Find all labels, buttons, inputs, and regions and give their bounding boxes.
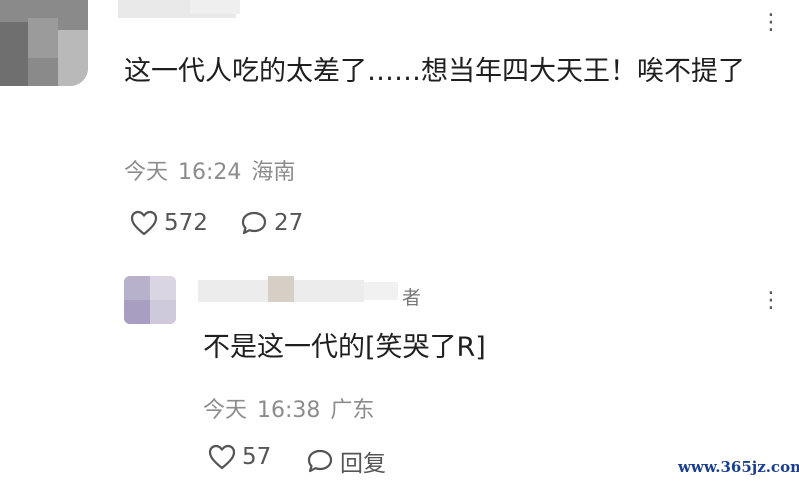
comment-time: 16:24 <box>178 160 242 185</box>
more-options-icon[interactable]: ⋮ <box>760 290 783 312</box>
heart-outline-icon <box>208 444 236 470</box>
more-options-icon[interactable]: ⋮ <box>760 12 783 34</box>
reply-author-suffix: 者 <box>402 287 422 309</box>
reply-location: 广东 <box>330 398 375 423</box>
like-button[interactable]: 57 <box>208 444 271 470</box>
commenter-avatar-blurred[interactable] <box>0 0 88 86</box>
reply-author-name-blurred[interactable] <box>198 280 268 302</box>
comment-meta: 今天 16:24 海南 <box>124 154 305 186</box>
reply-button[interactable]: 回复 <box>306 444 386 478</box>
reply-author-name-blurred-b <box>268 276 294 302</box>
like-count: 572 <box>164 210 208 236</box>
speech-bubble-icon <box>241 211 267 235</box>
reply-count: 27 <box>274 210 304 236</box>
reply-author-name-blurred-d <box>364 282 398 300</box>
reply-meta: 今天 16:38 广东 <box>203 392 384 424</box>
reply-author-name-blurred-c <box>294 280 364 302</box>
reply-label: 回复 <box>340 451 386 477</box>
reply-text: 不是这一代的[笑哭了R] <box>203 332 486 363</box>
site-watermark: www.365jz.com <box>678 458 799 476</box>
like-button[interactable]: 572 <box>130 210 208 236</box>
comment-location: 海南 <box>251 160 296 185</box>
like-count: 57 <box>242 444 272 470</box>
heart-outline-icon <box>130 210 158 236</box>
comment-date: 今天 <box>124 160 169 185</box>
reply-date: 今天 <box>203 398 248 423</box>
commenter-name-blurred-extra <box>190 0 240 14</box>
reply-time: 16:38 <box>257 398 321 423</box>
comment-text: 这一代人吃的太差了……想当年四大天王！唉不提了 <box>124 56 745 87</box>
reply-avatar-blurred[interactable] <box>124 276 176 324</box>
reply-button[interactable]: 27 <box>240 210 303 236</box>
speech-bubble-icon <box>307 449 333 473</box>
